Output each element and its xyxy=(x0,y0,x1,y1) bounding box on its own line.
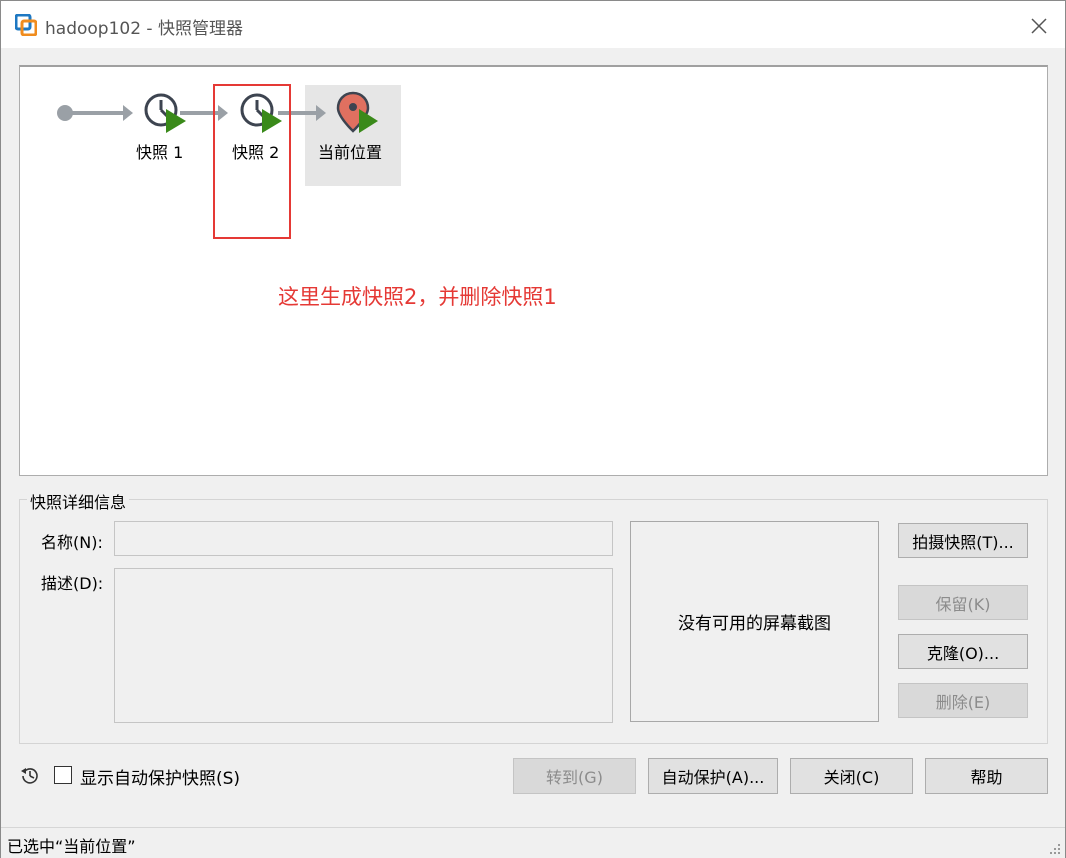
annotation-highlight-box xyxy=(213,84,291,239)
name-field[interactable] xyxy=(114,521,613,556)
show-autoprotect-checkbox[interactable] xyxy=(54,766,72,784)
snapshot-tree[interactable]: 快照 1 快照 2 当前位置 这里生成快照2，并删除快照1 xyxy=(19,65,1048,476)
keep-button[interactable]: 保留(K) xyxy=(898,585,1028,620)
snapshot-manager-window: hadoop102 - 快照管理器 快照 1 快照 2 当前位置 这里生成快照2… xyxy=(0,0,1066,858)
no-screenshot-text: 没有可用的屏幕截图 xyxy=(678,614,831,634)
resize-grip-icon[interactable] xyxy=(1049,843,1061,855)
name-label: 名称(N): xyxy=(41,533,103,552)
window-title: hadoop102 - 快照管理器 xyxy=(45,19,243,39)
current-location-label[interactable]: 当前位置 xyxy=(318,139,382,163)
show-autoprotect-label[interactable]: 显示自动保护快照(S) xyxy=(80,764,240,789)
goto-button[interactable]: 转到(G) xyxy=(513,758,636,794)
snapshot-1-label[interactable]: 快照 1 xyxy=(136,139,183,163)
clone-button[interactable]: 克隆(O)... xyxy=(898,634,1028,669)
autoprotect-button[interactable]: 自动保护(A)... xyxy=(648,758,778,794)
delete-button[interactable]: 删除(E) xyxy=(898,683,1028,718)
screenshot-preview: 没有可用的屏幕截图 xyxy=(630,521,879,722)
annotation-text: 这里生成快照2，并删除快照1 xyxy=(278,285,557,309)
status-bar: 已选中“当前位置” xyxy=(1,827,1065,858)
current-location-pin-icon xyxy=(336,91,378,133)
history-icon xyxy=(21,768,38,784)
description-field[interactable] xyxy=(114,568,613,723)
vmware-app-icon xyxy=(15,14,37,36)
take-snapshot-button[interactable]: 拍摄快照(T)... xyxy=(898,523,1028,558)
connector-arrow xyxy=(65,105,133,121)
close-button[interactable]: 关闭(C) xyxy=(790,758,913,794)
close-icon[interactable] xyxy=(1025,13,1053,39)
snapshot-details-legend: 快照详细信息 xyxy=(27,489,130,513)
status-text: 已选中“当前位置” xyxy=(7,837,136,856)
description-label: 描述(D): xyxy=(41,574,104,593)
help-button[interactable]: 帮助 xyxy=(925,758,1048,794)
title-bar: hadoop102 - 快照管理器 xyxy=(1,1,1065,48)
snapshot-tree-graph xyxy=(57,91,378,133)
